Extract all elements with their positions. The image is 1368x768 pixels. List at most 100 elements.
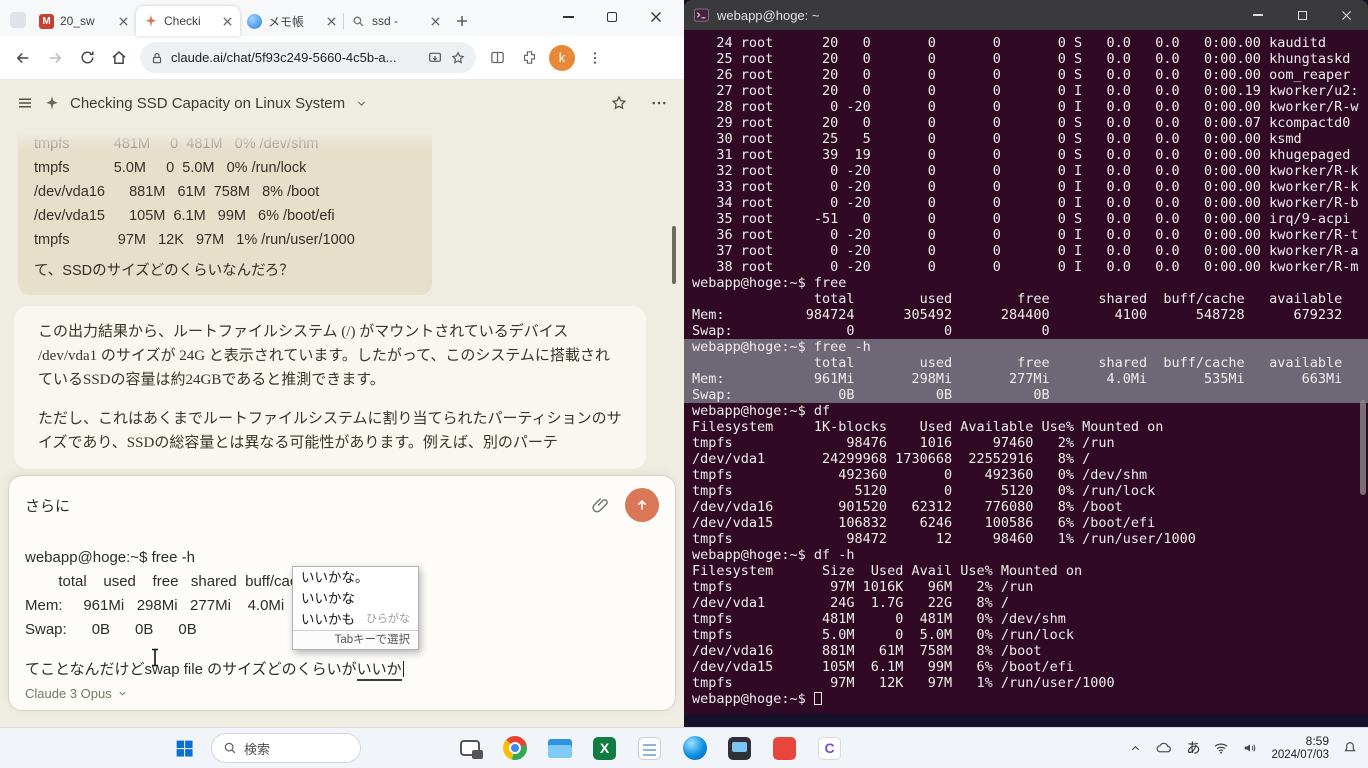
chevron-down-icon[interactable] [355, 97, 368, 110]
ime-candidate[interactable]: いいかな [293, 588, 418, 609]
tab3-favicon-icon [247, 14, 262, 29]
notepad-icon[interactable] [633, 732, 666, 765]
terminal-line: tmpfs 98476 1016 97460 2% /run [684, 435, 1368, 451]
terminal-line: tmpfs 97M 12K 97M 1% /run/user/1000 [684, 675, 1368, 691]
c-app-icon[interactable] [813, 732, 846, 765]
onedrive-cloud-icon[interactable] [1155, 739, 1173, 757]
terminal-window-controls [1236, 0, 1368, 30]
terminal-close-button[interactable] [1324, 0, 1368, 30]
new-tab-button[interactable] [454, 13, 470, 29]
terminal-line: webapp@hoge:~$ df [684, 403, 1368, 419]
terminal-scrollbar-thumb[interactable] [1360, 400, 1366, 495]
tab-close-icon[interactable] [430, 16, 441, 27]
favorite-star-icon[interactable] [610, 94, 628, 112]
terminal-window: webapp@hoge: ~ 24 root 20 0 0 0 0 S 0.0 … [684, 0, 1368, 714]
ime-mode-indicator[interactable]: あ [1186, 738, 1200, 758]
ime-candidate[interactable]: いいかな。 [293, 567, 418, 588]
terminal-line: tmpfs 5120 0 5120 0% /run/lock [684, 483, 1368, 499]
ime-candidate-annotation: ひらがな [366, 609, 410, 630]
tab1-favicon-icon [39, 14, 54, 29]
file-explorer-icon[interactable] [543, 732, 576, 765]
terminal-line: webapp@hoge:~$ [684, 691, 1368, 707]
taskbar-clock[interactable]: 8:59 2024/07/03 [1271, 734, 1329, 762]
start-button[interactable] [168, 732, 201, 765]
ime-candidate-text: いいかな。 [301, 567, 369, 588]
chat-scroll-area[interactable]: tmpfs 481M 0 481M 0% /dev/shmtmpfs 5.0M … [0, 126, 684, 475]
terminal-line: webapp@hoge:~$ df -h [684, 547, 1368, 563]
chrome-icon[interactable] [498, 732, 531, 765]
terminal-line: Swap: 0B 0B 0B [684, 387, 1368, 403]
user-df-output: tmpfs 481M 0 481M 0% /dev/shmtmpfs 5.0M … [34, 132, 416, 252]
terminal-line: /dev/vda15 106832 6246 100586 6% /boot/e… [684, 515, 1368, 531]
browser-tab-1[interactable]: 20_sw [32, 6, 136, 36]
notification-bell-icon[interactable] [1342, 740, 1358, 756]
search-icon [223, 741, 237, 755]
browser-tab-3[interactable]: メモ帳 [240, 6, 344, 36]
profile-avatar[interactable]: k [549, 45, 575, 71]
taskbar-app-icons [453, 732, 846, 765]
excel-icon[interactable] [588, 732, 621, 765]
terminal-line: tmpfs 98472 12 98460 1% /run/user/1000 [684, 531, 1368, 547]
model-selector[interactable]: Claude 3 Opus [25, 686, 128, 701]
ime-candidate[interactable]: いいかも ひらがな [293, 609, 418, 630]
user-df-line: /dev/vda16 881M 61M 758M 8% /boot [34, 180, 416, 204]
user-question: て、SSDのサイズどのくらいなんだろ？ [34, 259, 416, 283]
taskbar-search-box[interactable]: 検索 [211, 733, 361, 763]
terminal-line: /dev/vda15 105M 6.1M 99M 6% /boot/efi [684, 659, 1368, 675]
terminal-line: Filesystem 1K-blocks Used Available Use%… [684, 419, 1368, 435]
terminal-line: 27 root 20 0 0 0 0 I 0.0 0.0 0:00.19 kwo… [684, 83, 1368, 99]
ime-candidate-text: いいかも [301, 609, 355, 630]
terminal-line: tmpfs 5.0M 0 5.0M 0% /run/lock [684, 627, 1368, 643]
more-options-icon[interactable] [650, 94, 668, 112]
browser-maximize-button[interactable] [590, 2, 634, 32]
ime-candidate-text: いいかな [301, 588, 355, 609]
url-text[interactable]: claude.ai/chat/5f93c249-5660-4c5b-a... [171, 50, 420, 65]
volume-icon[interactable] [1242, 740, 1258, 756]
wifi-icon[interactable] [1213, 740, 1229, 756]
terminal-line: /dev/vda1 24G 1.7G 22G 8% / [684, 595, 1368, 611]
browser-close-button[interactable] [634, 2, 678, 32]
browser-minimize-button[interactable] [546, 2, 590, 32]
terminal-minimize-button[interactable] [1236, 0, 1280, 30]
tab-label: メモ帳 [268, 13, 320, 30]
red-app-icon[interactable] [768, 732, 801, 765]
tab-workspace-icon[interactable] [10, 12, 26, 28]
system-tray: あ 8:59 2024/07/03 [1129, 734, 1358, 762]
attach-paperclip-icon[interactable] [591, 495, 611, 515]
tab-close-icon[interactable] [326, 16, 337, 27]
terminal-cursor [814, 692, 822, 705]
task-view-button[interactable] [453, 732, 486, 765]
forward-button[interactable] [40, 43, 70, 73]
terminal-line: Swap: 0 0 0 [684, 323, 1368, 339]
extensions-puzzle-icon[interactable] [514, 43, 544, 73]
conversation-title[interactable]: Checking SSD Capacity on Linux System [70, 95, 345, 112]
home-button[interactable] [104, 43, 134, 73]
tray-chevron-up-icon[interactable] [1129, 742, 1142, 755]
refresh-button[interactable] [72, 43, 102, 73]
browser-tab-2-active[interactable]: Checki [136, 6, 240, 36]
terminal-line: Mem: 961Mi 298Mi 277Mi 4.0Mi 535Mi 663Mi [684, 371, 1368, 387]
edge-icon[interactable] [678, 732, 711, 765]
sidebar-menu-icon[interactable] [16, 94, 34, 112]
back-button[interactable] [8, 43, 38, 73]
lock-icon[interactable] [150, 51, 164, 65]
terminal-line: 31 root 39 19 0 0 0 S 0.0 0.0 0:00.00 kh… [684, 147, 1368, 163]
composed-text: てことなんだけどswap file のサイズどのくらいが [25, 661, 357, 678]
address-bar[interactable]: claude.ai/chat/5f93c249-5660-4c5b-a... [140, 42, 476, 73]
terminal-maximize-button[interactable] [1280, 0, 1324, 30]
send-button[interactable] [625, 488, 659, 522]
split-screen-icon[interactable] [482, 43, 512, 73]
terminal-line: Filesystem Size Used Avail Use% Mounted … [684, 563, 1368, 579]
terminal-app-taskbar-icon[interactable] [723, 732, 756, 765]
send-to-device-icon[interactable] [427, 50, 443, 66]
terminal-titlebar[interactable]: webapp@hoge: ~ [684, 0, 1368, 30]
bookmark-star-icon[interactable] [450, 50, 466, 66]
search-label: 検索 [244, 739, 270, 758]
tab-close-icon[interactable] [118, 16, 129, 27]
tab-close-icon[interactable] [222, 16, 233, 27]
browser-menu-icon[interactable] [580, 43, 610, 73]
browser-tab-4[interactable]: ssd - [344, 6, 448, 36]
chat-scrollbar-thumb[interactable] [672, 226, 676, 284]
terminal-output[interactable]: 24 root 20 0 0 0 0 S 0.0 0.0 0:00.00 kau… [684, 30, 1368, 714]
search-favicon-icon [351, 14, 366, 29]
